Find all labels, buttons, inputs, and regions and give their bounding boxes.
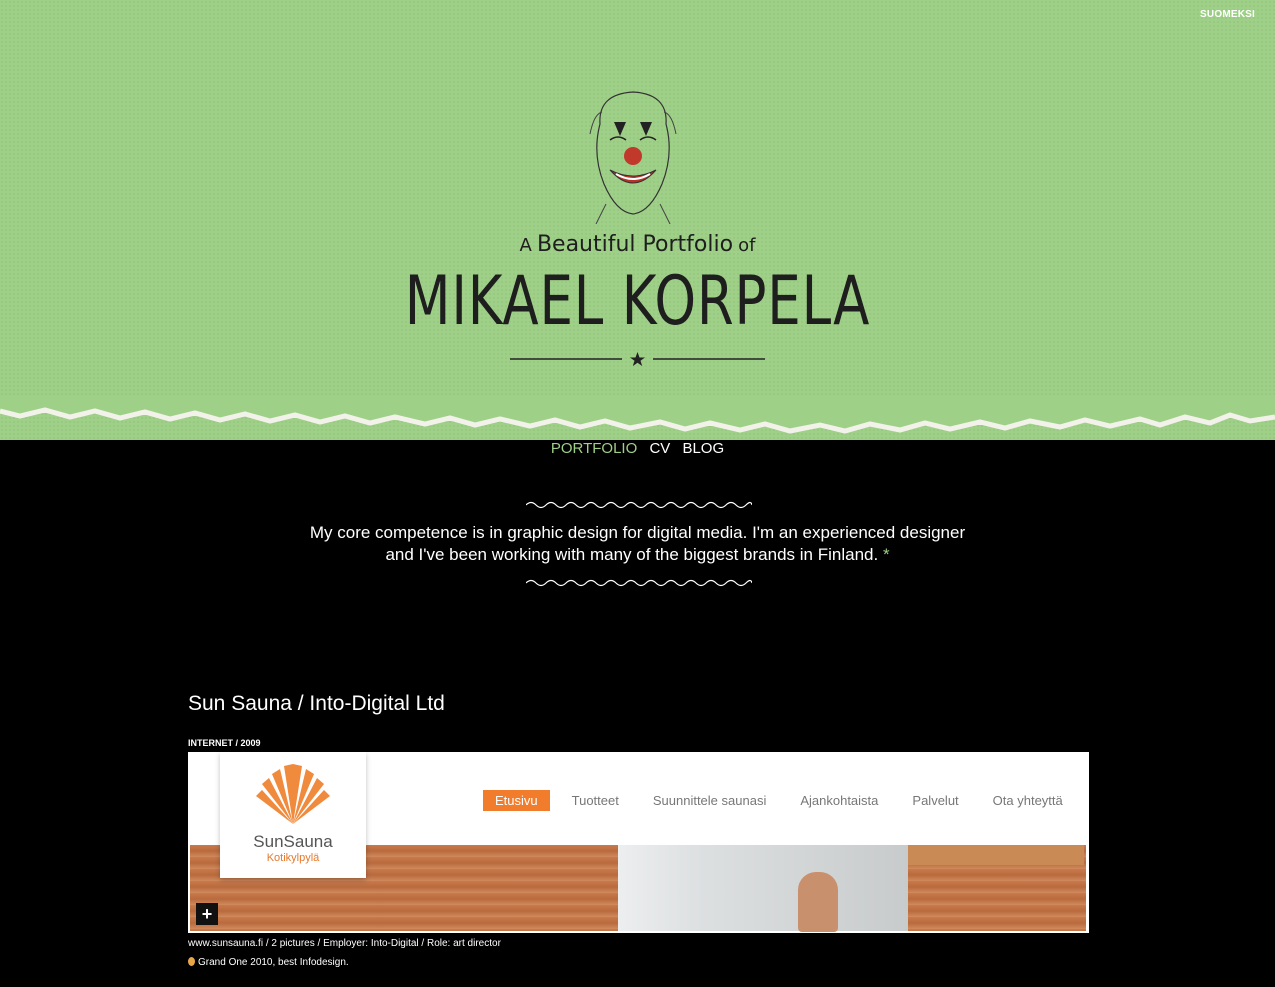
sunsauna-site-nav: Etusivu Tuotteet Suunnittele saunasi Aja… xyxy=(483,790,1085,811)
site-nav-suunnittele: Suunnittele saunasi xyxy=(652,793,767,808)
sunsauna-brand: SunSauna xyxy=(253,832,333,851)
site-nav-ajankohtaista: Ajankohtaista xyxy=(800,793,879,808)
star-divider xyxy=(510,352,765,366)
project-title: Sun Sauna / Into-Digital Ltd xyxy=(188,692,445,715)
star-icon xyxy=(630,352,645,366)
sauna-photo-person xyxy=(798,872,838,932)
wave-divider-bottom xyxy=(526,579,752,587)
header: SUOMEKSI A Beautiful Portfolio of MIKAEL… xyxy=(0,0,1275,440)
clown-illustration xyxy=(589,91,677,224)
project-caption: www.sunsauna.fi / 2 pictures / Employer:… xyxy=(188,938,501,949)
page-title: MIKAEL KORPELA xyxy=(404,262,871,341)
award-text: Grand One 2010, best Infodesign. xyxy=(198,957,349,968)
intro-body: My core competence is in graphic design … xyxy=(309,523,966,564)
site-nav-palvelut: Palvelut xyxy=(912,793,959,808)
nav-item-cv[interactable]: CV xyxy=(649,440,670,457)
subtitle-a: A xyxy=(519,235,532,256)
subtitle-main: Beautiful Portfolio xyxy=(536,232,734,257)
sunsauna-logo: SunSauna Kotikylpylä xyxy=(220,752,366,878)
main-nav: PORTFOLIO CV BLOG xyxy=(0,440,1275,457)
medal-icon xyxy=(188,957,195,966)
site-nav-ota-yhteytta: Ota yhteyttä xyxy=(992,793,1063,808)
plus-icon[interactable]: + xyxy=(196,903,218,925)
language-switch-link[interactable]: SUOMEKSI xyxy=(1200,9,1255,20)
portfolio-subtitle: A Beautiful Portfolio of xyxy=(0,232,1275,257)
intro-footnote[interactable]: * xyxy=(883,545,890,564)
sun-fan-icon xyxy=(256,764,330,824)
nav-item-portfolio[interactable]: PORTFOLIO xyxy=(551,440,637,457)
intro-text: My core competence is in graphic design … xyxy=(300,522,975,566)
sauna-photo-ceiling xyxy=(908,845,1084,865)
nav-item-blog[interactable]: BLOG xyxy=(682,440,724,457)
project-screenshot[interactable]: SunSauna Kotikylpylä Etusivu Tuotteet Su… xyxy=(188,752,1089,933)
project-meta: INTERNET / 2009 xyxy=(188,738,261,748)
sunsauna-tagline: Kotikylpylä xyxy=(266,852,320,864)
site-nav-tuotteet: Tuotteet xyxy=(571,793,619,808)
project-award: Grand One 2010, best Infodesign. xyxy=(188,957,349,968)
wave-divider-top xyxy=(526,501,752,509)
site-nav-etusivu: Etusivu xyxy=(483,790,550,811)
subtitle-of: of xyxy=(738,235,756,256)
